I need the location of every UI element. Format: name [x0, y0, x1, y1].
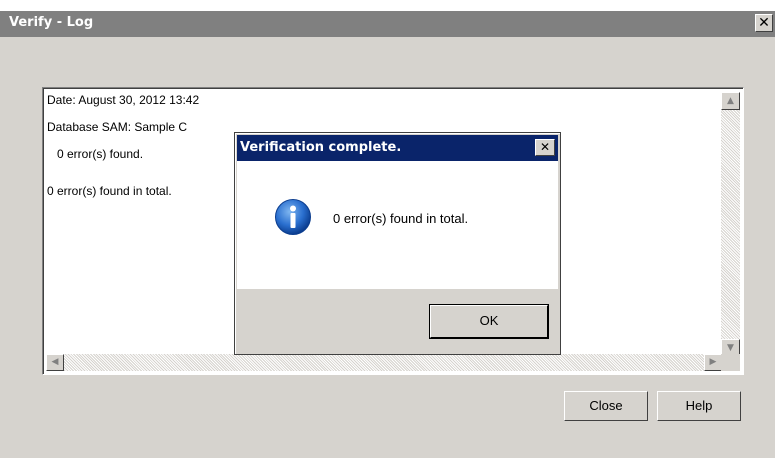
scroll-left-button[interactable]: ◀ — [46, 354, 64, 371]
window-close-button[interactable]: ✕ — [755, 14, 773, 32]
log-line-total: 0 error(s) found in total. — [47, 184, 172, 198]
window-titlebar[interactable]: Verify - Log ✕ — [0, 11, 775, 37]
dialog-close-button[interactable]: ✕ — [535, 139, 555, 156]
scroll-right-button[interactable]: ▶ — [704, 354, 722, 371]
ok-button[interactable]: OK — [430, 305, 548, 338]
scroll-up-button[interactable]: ▲ — [721, 92, 740, 110]
dialog-message: 0 error(s) found in total. — [333, 211, 469, 226]
dialog-body: 0 error(s) found in total. — [237, 161, 558, 289]
help-button[interactable]: Help — [657, 391, 741, 421]
verification-complete-dialog: Verification complete. ✕ 0 error(s) foun… — [234, 132, 561, 355]
log-line-errors: 0 error(s) found. — [57, 147, 144, 161]
dialog-titlebar[interactable]: Verification complete. ✕ — [237, 135, 558, 161]
dialog-title: Verification complete. — [240, 140, 402, 155]
log-line-date: Date: August 30, 2012 13:42 — [47, 93, 200, 107]
window-title: Verify - Log — [9, 15, 94, 30]
horizontal-scrollbar[interactable]: ◀ ▶ — [46, 354, 722, 371]
info-icon — [274, 198, 312, 236]
vertical-scrollbar[interactable]: ▲ ▼ — [721, 92, 740, 357]
log-line-database: Database SAM: Sample C — [47, 120, 188, 134]
scrollbar-corner — [721, 354, 740, 371]
close-button[interactable]: Close — [564, 391, 648, 421]
